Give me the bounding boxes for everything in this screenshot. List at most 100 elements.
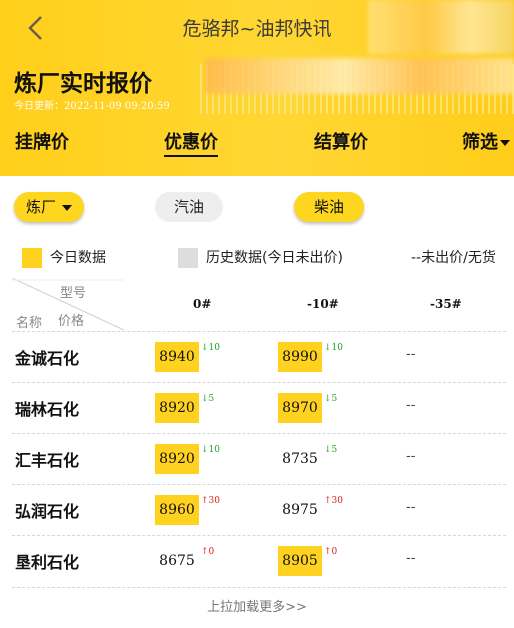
change-minus10: ↑30 [324, 496, 343, 506]
tab-label: 优惠价 [164, 132, 218, 153]
refinery-name: 瑞林石化 [15, 400, 80, 419]
tab-filter[interactable]: 筛选 [462, 128, 510, 154]
table-row[interactable]: 垦利石化 8675 ↑0 8905 ↑0 -- [12, 535, 506, 585]
price-0: 8675 [159, 553, 195, 569]
refinery-label: 炼厂 [25, 198, 56, 216]
table-row[interactable]: 弘润石化 8960 ↑30 8975 ↑30 -- [12, 484, 506, 534]
arrow-down-icon: ↓ [201, 445, 209, 455]
arrow-up-icon: ↑ [324, 547, 332, 557]
load-more[interactable]: 上拉加载更多>> [0, 596, 514, 615]
divider [12, 433, 506, 434]
corner-type: 型号 [60, 286, 87, 301]
change-value: 10 [331, 343, 343, 353]
table-row[interactable]: 汇丰石化 8920 ↓10 8735 ↓5 -- [12, 433, 506, 483]
refinery-dropdown[interactable]: 炼厂 [14, 192, 84, 222]
arrow-down-icon: ↓ [324, 343, 332, 353]
column-header-minus35: -35# [430, 297, 462, 311]
arrow-up-icon: ↑ [324, 496, 332, 506]
tab-label: 结算价 [314, 132, 368, 153]
page-title: 炼厂实时报价 [14, 71, 152, 97]
divider [12, 331, 506, 332]
change-value: 30 [208, 496, 220, 506]
refinery-name: 汇丰石化 [15, 451, 80, 470]
change-value: 5 [331, 394, 338, 404]
update-info: 今日更新：2022-11-09 09:20:59 [14, 97, 170, 112]
change-0: ↓10 [201, 445, 220, 455]
header: 危骆邦~油邦快讯 炼厂实时报价 今日更新：2022-11-09 09:20:59… [0, 0, 514, 176]
legend-today: 今日数据 [22, 246, 106, 270]
price-minus35: -- [406, 551, 416, 566]
change-0: ↑0 [201, 547, 214, 557]
today-swatch [22, 248, 42, 268]
price-0: 8940 [155, 342, 199, 372]
tab-discount-price[interactable]: 优惠价 [164, 128, 218, 157]
caret-down-icon [500, 140, 510, 146]
price-minus35: -- [406, 500, 416, 515]
refinery-name: 垦利石化 [15, 553, 80, 572]
gasoline-chip[interactable]: 汽油 [155, 192, 223, 222]
change-0: ↑30 [201, 496, 220, 506]
update-label: 今日更新： [14, 101, 64, 112]
change-value: 0 [208, 547, 215, 557]
tab-listed-price[interactable]: 挂牌价 [15, 128, 69, 154]
column-header-0: 0# [193, 297, 212, 311]
change-minus10: ↓5 [324, 394, 337, 404]
change-value: 10 [208, 343, 220, 353]
table-row[interactable]: 金诚石化 8940 ↓10 8990 ↓10 -- [12, 331, 506, 381]
divider [12, 587, 506, 588]
update-time: 2022-11-09 09:20:59 [64, 101, 170, 112]
legend-history-label: 历史数据(今日未出价) [206, 250, 343, 266]
table-corner-header: 型号 名称 价格 [12, 278, 124, 331]
change-value: 10 [208, 445, 220, 455]
tab-bar: 挂牌价 优惠价 结算价 筛选 [0, 128, 514, 160]
change-value: 0 [331, 547, 338, 557]
arrow-down-icon: ↓ [324, 394, 332, 404]
corner-name: 名称 [16, 316, 43, 331]
divider [12, 484, 506, 485]
change-0: ↓5 [201, 394, 214, 404]
divider [12, 535, 506, 536]
price-minus10: 8735 [282, 451, 318, 467]
arrow-down-icon: ↓ [201, 394, 209, 404]
history-swatch [178, 248, 198, 268]
change-minus10: ↑0 [324, 547, 337, 557]
column-header-minus10: -10# [307, 297, 339, 311]
price-0: 8960 [155, 495, 199, 525]
price-minus10: 8970 [278, 393, 322, 423]
price-0: 8920 [155, 444, 199, 474]
change-value: 5 [331, 445, 338, 455]
table-row[interactable]: 瑞林石化 8920 ↓5 8970 ↓5 -- [12, 382, 506, 432]
legend-none: --未出价/无货 [411, 246, 496, 270]
tab-settlement-price[interactable]: 结算价 [314, 128, 368, 154]
corner-price: 价格 [58, 314, 85, 329]
diesel-label: 柴油 [313, 198, 344, 216]
diesel-chip[interactable]: 柴油 [294, 192, 364, 222]
gasoline-label: 汽油 [173, 198, 204, 216]
legend-history: 历史数据(今日未出价) [178, 246, 343, 270]
price-minus10: 8905 [278, 546, 322, 576]
price-minus10: 8975 [282, 502, 318, 518]
change-minus10: ↓10 [324, 343, 343, 353]
change-value: 5 [208, 394, 215, 404]
tab-label: 筛选 [462, 132, 498, 153]
tab-label: 挂牌价 [15, 132, 69, 153]
refinery-name: 金诚石化 [15, 349, 80, 368]
change-value: 30 [331, 496, 343, 506]
arrow-up-icon: ↑ [201, 496, 209, 506]
arrow-down-icon: ↓ [324, 445, 332, 455]
arrow-up-icon: ↑ [201, 547, 209, 557]
legend-none-label: --未出价/无货 [411, 250, 496, 266]
window-title: 危骆邦~油邦快讯 [182, 18, 332, 40]
legend-today-label: 今日数据 [50, 250, 106, 266]
refinery-name: 弘润石化 [15, 502, 80, 521]
price-minus35: -- [406, 449, 416, 464]
price-0: 8920 [155, 393, 199, 423]
price-minus35: -- [406, 347, 416, 362]
caret-down-icon [62, 204, 72, 211]
change-0: ↓10 [201, 343, 220, 353]
price-minus10: 8990 [278, 342, 322, 372]
change-minus10: ↓5 [324, 445, 337, 455]
blurred-area [205, 58, 514, 94]
arrow-down-icon: ↓ [201, 343, 209, 353]
divider [12, 382, 506, 383]
